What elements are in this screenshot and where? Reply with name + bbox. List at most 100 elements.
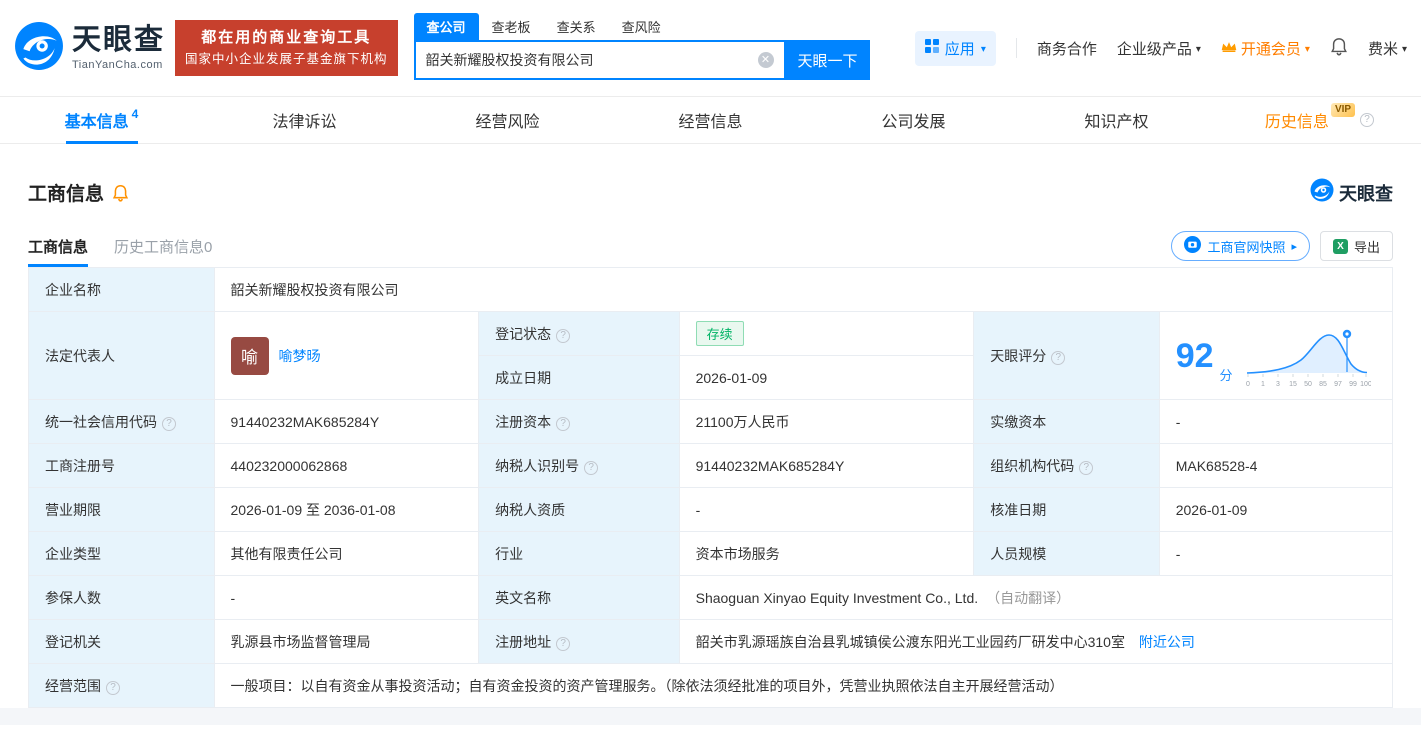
top-navigation: 应用 ▾ 商务合作 企业级产品 ▾ 开通会员 ▾ 费米 ▾ — [914, 30, 1407, 66]
credit-code-value: 91440232MAK685284Y — [213, 399, 480, 444]
tab-label: 经营信息 — [678, 114, 743, 131]
chevron-down-icon: ▾ — [1195, 43, 1201, 55]
field-label-text: 天眼评分 — [990, 347, 1047, 364]
staff-size-value: - — [1158, 531, 1394, 576]
enterprise-products-link[interactable]: 企业级产品 ▾ — [1117, 38, 1201, 59]
field-label-text: 经营范围 — [45, 677, 101, 694]
main-content: 工商信息 天眼查 工商信息 历史工商信息0 工商官网快照 ▸ X 导出 企业名称… — [0, 178, 1421, 708]
paid-capital-value: - — [1158, 399, 1394, 444]
tab-company-development[interactable]: 公司发展 — [812, 97, 1015, 143]
search-tabs: 查公司 查老板 查关系 查风险 — [413, 13, 870, 40]
field-label: 英文名称 — [478, 575, 680, 620]
avatar[interactable]: 喻 — [230, 336, 269, 375]
search-input[interactable] — [415, 52, 758, 68]
table-row: 经营范围? 一般项目：以自有资金从事投资活动；自有资金投资的资产管理服务。（除依… — [28, 663, 1393, 708]
business-scope-value: 一般项目：以自有资金从事投资活动；自有资金投资的资产管理服务。（除依法须经批准的… — [213, 663, 1393, 708]
english-name-value: Shaoguan Xinyao Equity Investment Co., L… — [678, 575, 1394, 620]
export-button-label: 导出 — [1353, 239, 1380, 255]
tab-operation-info[interactable]: 经营信息 — [609, 97, 812, 143]
help-icon[interactable]: ? — [1079, 460, 1094, 475]
help-icon[interactable]: ? — [1051, 350, 1066, 365]
brand-slogan: 都在用的商业查询工具 国家中小企业发展子基金旗下机构 — [175, 19, 398, 77]
logo-domain: TianYanCha.com — [72, 58, 163, 71]
tianyancha-logo[interactable]: 天眼查 TianYanCha.com — [14, 21, 165, 76]
export-button[interactable]: X 导出 — [1319, 231, 1393, 261]
monitor-bell-icon[interactable] — [112, 184, 129, 202]
search-tab-boss[interactable]: 查老板 — [479, 13, 544, 40]
subtab-business-info[interactable]: 工商信息 — [28, 236, 89, 267]
field-label: 人员规模 — [973, 531, 1160, 576]
tab-label: 经营风险 — [475, 114, 540, 131]
company-type-value: 其他有限责任公司 — [213, 531, 480, 576]
tab-history-info[interactable]: 历史信息 VIP ? — [1218, 97, 1421, 143]
apps-grid-icon — [924, 39, 939, 57]
tick-label: 15 — [1289, 381, 1297, 388]
field-label-text: 纳税人识别号 — [495, 457, 580, 474]
field-label: 工商注册号 — [28, 443, 215, 488]
english-name-text: Shaoguan Xinyao Equity Investment Co., L… — [695, 589, 979, 606]
page-title: 工商信息 — [28, 184, 105, 205]
help-icon[interactable]: ? — [1360, 113, 1375, 127]
help-icon[interactable]: ? — [162, 416, 176, 431]
search-tab-relation[interactable]: 查关系 — [544, 13, 609, 40]
tab-basic-info[interactable]: 基本信息 4 — [0, 97, 203, 143]
tick-label: 3 — [1276, 381, 1280, 388]
search-input-wrap: ✕ — [413, 40, 786, 80]
username-label: 费米 — [1367, 40, 1398, 58]
slogan-line2: 国家中小企业发展子基金旗下机构 — [185, 51, 388, 66]
tab-operation-risk[interactable]: 经营风险 — [406, 97, 609, 143]
insured-count-value: - — [213, 575, 480, 620]
field-label: 登记状态? — [478, 311, 680, 356]
official-snapshot-button[interactable]: 工商官网快照 ▸ — [1171, 231, 1310, 261]
address-value: 韶关市乳源瑶族自治县乳城镇侯公渡东阳光工业园药厂研发中心310室 附近公司 — [678, 619, 1394, 664]
legal-rep-link[interactable]: 喻梦旸 — [279, 346, 321, 366]
field-label: 企业名称 — [28, 267, 215, 312]
tab-label: 法律诉讼 — [272, 114, 337, 131]
vip-upgrade-link[interactable]: 开通会员 ▾ — [1221, 38, 1310, 59]
business-coop-link[interactable]: 商务合作 — [1037, 38, 1097, 59]
field-label-text: 统一社会信用代码 — [45, 413, 157, 430]
help-icon[interactable]: ? — [556, 416, 571, 431]
clear-search-icon[interactable]: ✕ — [757, 52, 774, 68]
divider — [1015, 38, 1017, 58]
help-icon[interactable]: ? — [556, 328, 571, 343]
status-badge: 存续 — [695, 321, 744, 346]
help-icon[interactable]: ? — [584, 460, 599, 475]
approval-date-value: 2026-01-09 — [1158, 487, 1394, 532]
subtab-history-business-info[interactable]: 历史工商信息0 — [114, 236, 212, 267]
field-label: 法定代表人 — [28, 311, 215, 400]
industry-value: 资本市场服务 — [678, 531, 975, 576]
legal-rep-cell: 喻 喻梦旸 — [213, 311, 480, 400]
notification-bell-icon[interactable] — [1330, 37, 1348, 60]
tab-intellectual-property[interactable]: 知识产权 — [1015, 97, 1218, 143]
field-label-text: 注册资本 — [495, 413, 552, 430]
search-button[interactable]: 天眼一下 — [785, 40, 870, 80]
user-menu[interactable]: 费米 ▾ — [1368, 38, 1407, 59]
chevron-down-icon: ▾ — [980, 43, 986, 55]
search-tab-company[interactable]: 查公司 — [413, 13, 479, 40]
tab-label: 知识产权 — [1084, 114, 1149, 131]
vip-badge: VIP — [1330, 103, 1356, 117]
table-row: 营业期限 2026-01-09 至 2036-01-08 纳税人资质 - 核准日… — [28, 487, 1394, 532]
vip-label: 开通会员 — [1240, 40, 1301, 58]
chevron-down-icon: ▾ — [1401, 43, 1407, 55]
excel-icon: X — [1332, 238, 1348, 254]
tick-label: 85 — [1319, 381, 1327, 388]
tab-count-badge: 4 — [131, 107, 139, 121]
field-label: 注册资本? — [478, 399, 680, 444]
table-row: 登记机关 乳源县市场监督管理局 注册地址? 韶关市乳源瑶族自治县乳城镇侯公渡东阳… — [28, 619, 1394, 664]
reg-authority-value: 乳源县市场监督管理局 — [213, 619, 480, 664]
crown-icon — [1221, 40, 1237, 57]
search-tab-risk[interactable]: 查风险 — [609, 13, 674, 40]
table-row: 企业类型 其他有限责任公司 行业 资本市场服务 人员规模 - — [28, 531, 1394, 576]
help-icon[interactable]: ? — [556, 636, 571, 651]
apps-menu[interactable]: 应用 ▾ — [914, 30, 996, 66]
tick-label: 50 — [1304, 381, 1312, 388]
field-label: 组织机构代码? — [973, 443, 1160, 488]
tab-label: 历史信息 — [1264, 114, 1329, 131]
tab-legal-proceedings[interactable]: 法律诉讼 — [203, 97, 406, 143]
snapshot-button-label: 工商官网快照 — [1207, 239, 1286, 255]
field-label: 登记机关 — [28, 619, 215, 664]
help-icon[interactable]: ? — [106, 680, 120, 695]
nearby-companies-link[interactable]: 附近公司 — [1139, 634, 1195, 650]
